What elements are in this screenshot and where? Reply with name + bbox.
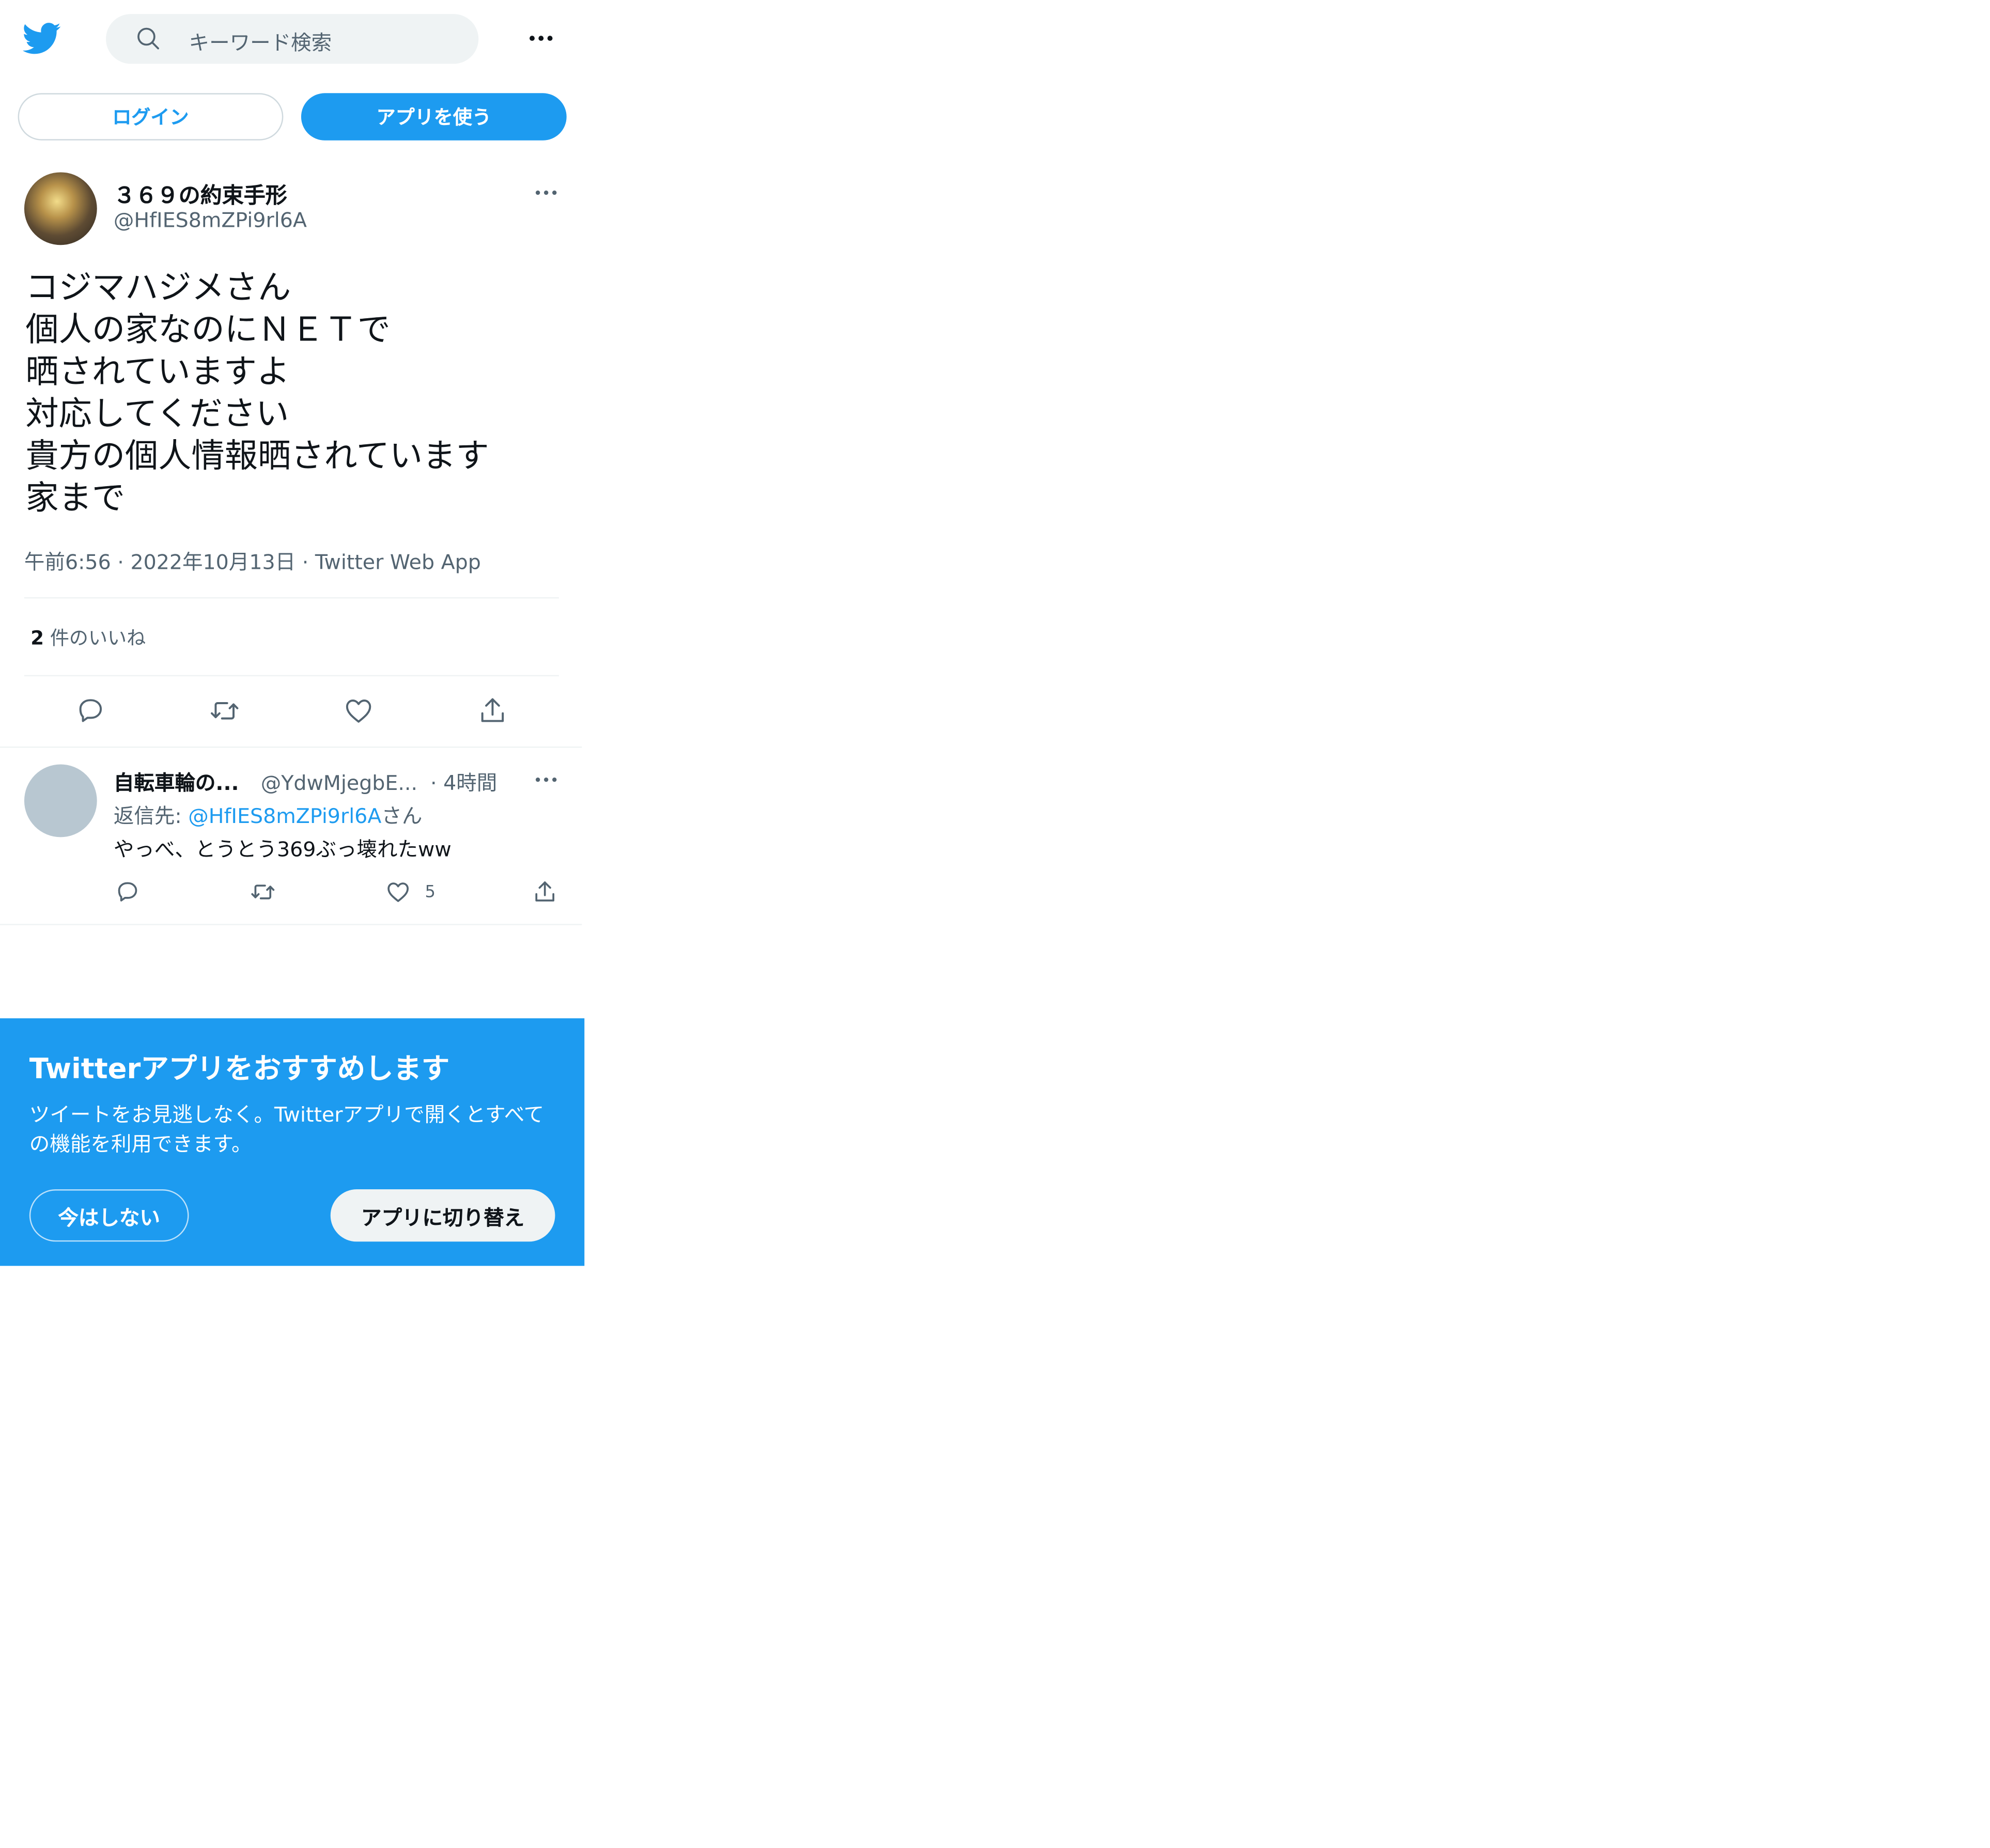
reply-reply-button[interactable] bbox=[115, 879, 140, 905]
banner-title: Twitterアプリをおすすめします bbox=[29, 1054, 450, 1086]
reply-to-suffix: さん bbox=[381, 804, 423, 829]
tweet-text-line: 貴方の個人情報晒されています bbox=[25, 438, 489, 476]
tweet-date[interactable]: 2022年10月13日 bbox=[130, 550, 296, 574]
tweet-text-line: 晒されていますよ bbox=[25, 353, 290, 392]
author-handle[interactable]: @HfIES8mZPi9rl6A bbox=[114, 208, 307, 232]
like-icon bbox=[385, 879, 411, 905]
divider bbox=[0, 746, 582, 748]
use-app-button[interactable]: アプリを使う bbox=[301, 93, 567, 141]
tweet-text-line: 家まで bbox=[25, 479, 126, 518]
timeline-column: キーワード検索 ログイン アプリを使う ３６９の約束手形 @HfIES8mZPi… bbox=[0, 0, 585, 1848]
not-now-button[interactable]: 今はしない bbox=[29, 1189, 189, 1242]
like-icon[interactable] bbox=[343, 695, 374, 726]
reply-header: 自転車輪の... @YdwMjegbE... · 4時間 bbox=[113, 770, 497, 795]
share-icon[interactable] bbox=[477, 695, 508, 726]
reply-text: やっべ、とうとう369ぶっ壊れたww bbox=[113, 837, 452, 862]
reply-author-handle[interactable]: @YdwMjegbE... bbox=[261, 771, 417, 795]
search-icon bbox=[135, 25, 161, 51]
app-promo-banner: Twitterアプリをおすすめします ツイートをお見逃しなく。Twitterアプ… bbox=[0, 1018, 585, 1266]
search-box[interactable]: キーワード検索 bbox=[106, 14, 479, 64]
tweet-text-line: 個人の家なのにＮＥＴで bbox=[25, 311, 391, 350]
likes-label: 件のいいね bbox=[50, 626, 146, 650]
avatar[interactable] bbox=[24, 172, 97, 245]
twitter-bird-icon[interactable] bbox=[23, 19, 61, 57]
reply-avatar[interactable] bbox=[24, 764, 97, 837]
tweet-more-icon[interactable] bbox=[533, 180, 558, 205]
search-input[interactable]: キーワード検索 bbox=[189, 25, 332, 56]
likes-number: 2 bbox=[30, 626, 44, 650]
likes-count[interactable]: 2 件のいいね bbox=[30, 624, 146, 651]
tweet-meta: 午前6:56 · 2022年10月13日 · Twitter Web App bbox=[24, 550, 481, 574]
reply-author-name[interactable]: 自転車輪の... bbox=[114, 771, 239, 795]
reply-to-handle[interactable]: @HfIES8mZPi9rl6A bbox=[188, 804, 381, 828]
more-icon[interactable] bbox=[527, 24, 555, 52]
tweet-source[interactable]: Twitter Web App bbox=[315, 550, 481, 574]
switch-to-app-button[interactable]: アプリに切り替え bbox=[330, 1189, 555, 1242]
tweet-text-line: 対応してください bbox=[25, 395, 289, 434]
banner-body: ツイートをお見逃しなく。Twitterアプリで開くとすべての機能を利用できます。 bbox=[29, 1102, 545, 1156]
author-name[interactable]: ３６９の約束手形 bbox=[114, 177, 287, 209]
divider bbox=[24, 597, 559, 599]
tweet-text: コジマハジメさん 個人の家なのにＮＥＴで 晒されていますよ 対応してください 貴… bbox=[25, 268, 489, 521]
reply-more-icon[interactable] bbox=[533, 767, 558, 792]
divider bbox=[24, 675, 559, 677]
tweet-time[interactable]: 午前6:56 bbox=[24, 550, 111, 574]
reply-to: 返信先: @HfIES8mZPi9rl6Aさん bbox=[114, 799, 423, 829]
share-icon bbox=[532, 879, 557, 905]
tweet-text-line: コジマハジメさん bbox=[25, 269, 291, 308]
reply-icon bbox=[115, 879, 140, 905]
reply-time[interactable]: 4時間 bbox=[443, 771, 497, 795]
reply-share-button[interactable] bbox=[532, 879, 557, 905]
retweet-icon bbox=[250, 879, 275, 905]
reply-like-button[interactable]: 5 bbox=[385, 879, 436, 905]
divider bbox=[0, 924, 582, 925]
reply-to-prefix: 返信先: bbox=[113, 804, 189, 829]
reply-retweet-button[interactable] bbox=[250, 879, 275, 905]
retweet-icon[interactable] bbox=[209, 695, 240, 726]
reply-like-count: 5 bbox=[425, 882, 436, 902]
reply-icon[interactable] bbox=[75, 695, 106, 726]
login-button[interactable]: ログイン bbox=[18, 93, 284, 141]
